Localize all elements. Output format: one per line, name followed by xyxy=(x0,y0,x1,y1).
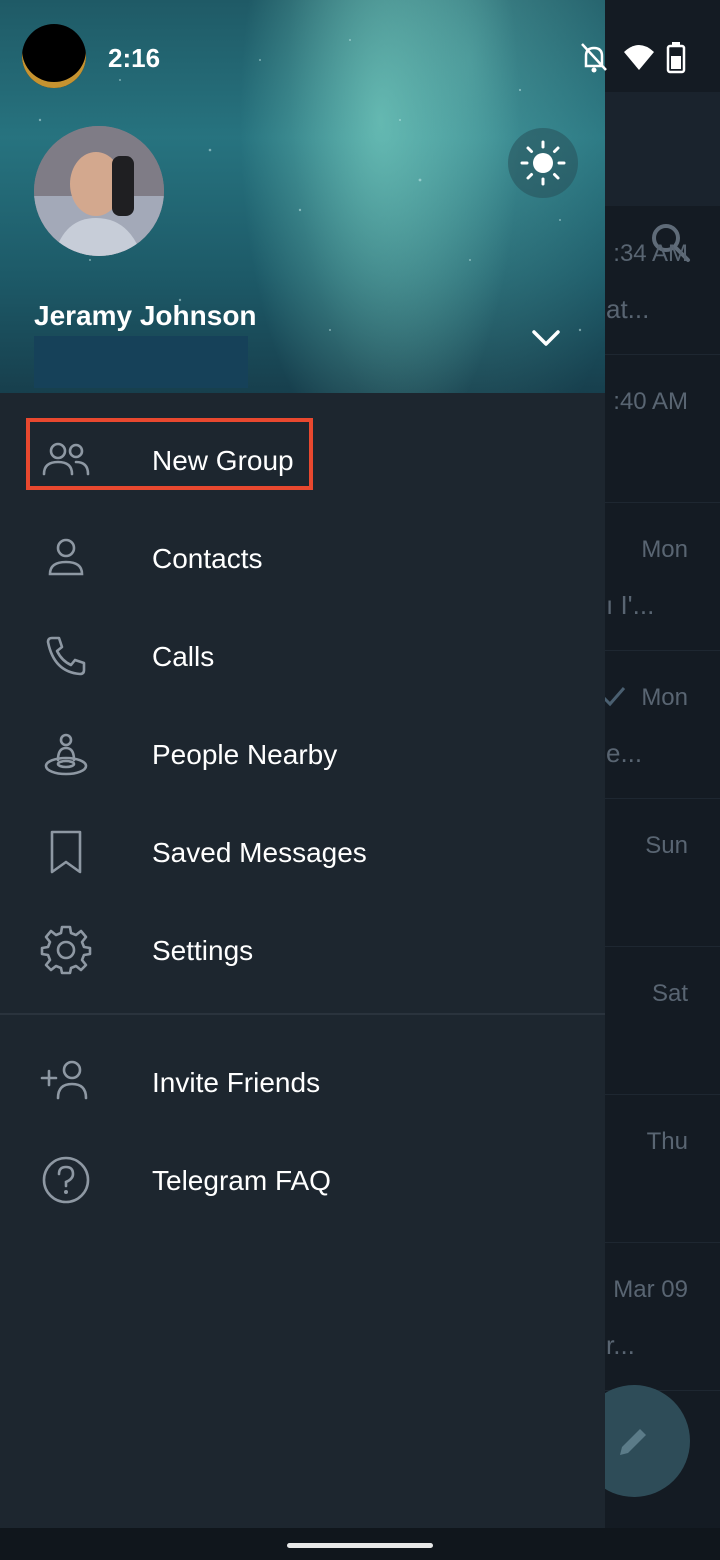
chat-snippet: at... xyxy=(606,294,650,324)
system-nav-bar xyxy=(0,1528,720,1560)
status-time: 2:16 xyxy=(108,43,161,73)
check-icon xyxy=(602,687,626,707)
user-name: Jeramy Johnson xyxy=(34,300,257,331)
chat-row[interactable]: Mon e... xyxy=(600,650,720,799)
notifications-off-icon xyxy=(581,43,607,73)
status-bar-avatar xyxy=(22,24,86,88)
chat-time: Mon xyxy=(641,536,688,563)
highlight-annotation xyxy=(26,418,313,490)
chevron-down-icon[interactable] xyxy=(526,318,566,358)
profile-avatar[interactable] xyxy=(34,126,164,256)
chat-row[interactable]: Thu xyxy=(600,1094,720,1243)
chat-time: :34 AM xyxy=(613,240,688,267)
navigation-drawer: Jeramy Johnson New Group Contacts Calls … xyxy=(0,0,605,1528)
menu-item-telegram-faq[interactable]: Telegram FAQ xyxy=(0,1131,605,1229)
phone-icon xyxy=(46,636,86,676)
menu-label: People Nearby xyxy=(152,739,338,770)
sun-icon xyxy=(520,140,566,186)
home-indicator[interactable] xyxy=(287,1543,433,1548)
chat-row[interactable]: Sat xyxy=(600,946,720,1095)
menu-label: Contacts xyxy=(152,543,263,574)
people-nearby-icon xyxy=(44,733,88,776)
menu-label: Calls xyxy=(152,641,215,672)
chat-time: Sun xyxy=(645,832,688,859)
redacted-phone-number xyxy=(34,336,248,388)
menu-item-settings[interactable]: Settings xyxy=(0,901,605,999)
status-bar: 2:16 xyxy=(0,0,720,92)
chat-time: Mar 09 xyxy=(613,1276,688,1303)
chat-snippet: ı I'... xyxy=(606,590,655,620)
status-icons xyxy=(581,42,686,74)
theme-toggle-button[interactable] xyxy=(508,128,578,198)
menu-label: Saved Messages xyxy=(152,837,367,868)
menu-item-people-nearby[interactable]: People Nearby xyxy=(0,705,605,803)
gear-icon xyxy=(40,925,92,975)
wifi-icon xyxy=(624,45,654,70)
bookmark-icon xyxy=(50,830,82,874)
chat-row[interactable]: Sun xyxy=(600,798,720,947)
chat-row[interactable]: :40 AM xyxy=(600,354,720,503)
menu-item-calls[interactable]: Calls xyxy=(0,607,605,705)
chat-time: Sat xyxy=(651,980,688,1007)
menu-label: Settings xyxy=(152,935,254,966)
menu-label: Invite Friends xyxy=(152,1067,321,1098)
contacts-icon xyxy=(48,538,84,576)
chat-time: Thu xyxy=(646,1128,688,1155)
chat-row[interactable]: :34 AM at... xyxy=(600,206,720,355)
menu-divider xyxy=(0,1013,605,1015)
avatar-photo xyxy=(34,126,164,256)
chat-row[interactable]: Mar 09 r... xyxy=(600,1242,720,1391)
menu-item-invite-friends[interactable]: Invite Friends xyxy=(0,1033,605,1131)
menu-item-saved-messages[interactable]: Saved Messages xyxy=(0,803,605,901)
chat-row[interactable]: Mon ı I'... xyxy=(600,502,720,651)
chat-time: Mon xyxy=(641,684,688,711)
menu-label: Telegram FAQ xyxy=(152,1165,331,1196)
question-icon xyxy=(42,1156,90,1204)
menu-item-contacts[interactable]: Contacts xyxy=(0,509,605,607)
pencil-icon xyxy=(620,1429,646,1455)
chat-time: :40 AM xyxy=(613,388,688,415)
battery-icon xyxy=(666,42,686,74)
add-person-icon xyxy=(40,1060,88,1100)
chat-snippet: r... xyxy=(606,1330,635,1360)
chat-snippet: e... xyxy=(606,738,643,768)
